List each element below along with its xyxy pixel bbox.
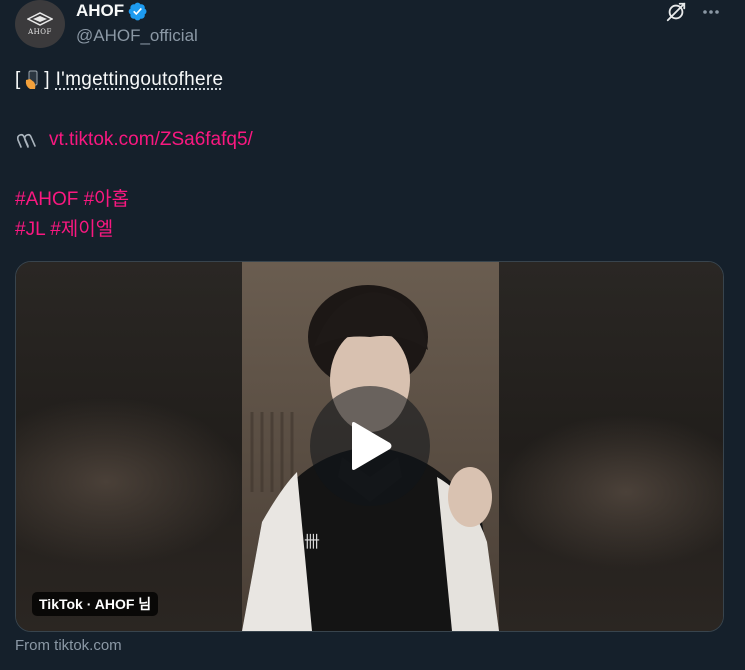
paperclip-icon xyxy=(16,133,36,148)
more-icon[interactable] xyxy=(699,0,723,24)
hashtags-line-2[interactable]: #JL #제이엘 xyxy=(15,218,725,242)
play-button[interactable] xyxy=(310,386,430,506)
avatar[interactable]: AHOF xyxy=(15,0,65,48)
ahof-logo-icon xyxy=(27,12,53,26)
tweet-line-1: [ ] I'mgettingoutofhere xyxy=(15,68,725,92)
grok-icon[interactable] xyxy=(664,0,688,24)
author-display-name[interactable]: AHOF xyxy=(76,1,147,21)
media-card[interactable]: 卌 TikTok · AHOF 님 xyxy=(15,261,724,632)
tiktok-link[interactable]: vt.tiktok.com/ZSa6fafq5/ xyxy=(49,128,253,152)
bracket-close: ] xyxy=(44,69,50,90)
author-handle[interactable]: @AHOF_official xyxy=(76,26,198,46)
avatar-logo-text: AHOF xyxy=(28,28,52,36)
verified-badge-icon xyxy=(128,2,147,20)
source-badge: TikTok · AHOF 님 xyxy=(32,592,159,616)
hashtags-line-1[interactable]: #AHOF #아홉 xyxy=(15,188,725,212)
tweet-line-2: vt.tiktok.com/ZSa6fafq5/ xyxy=(15,128,725,152)
bracket-open: [ xyxy=(15,69,21,90)
from-source-label[interactable]: From tiktok.com xyxy=(15,637,122,654)
tweet-text-styled: I'mgettingoutofhere xyxy=(55,69,224,90)
phone-emoji-icon xyxy=(24,70,40,90)
author-name-text[interactable]: AHOF xyxy=(76,1,124,21)
svg-text:卌: 卌 xyxy=(304,532,320,551)
play-icon xyxy=(352,422,392,470)
